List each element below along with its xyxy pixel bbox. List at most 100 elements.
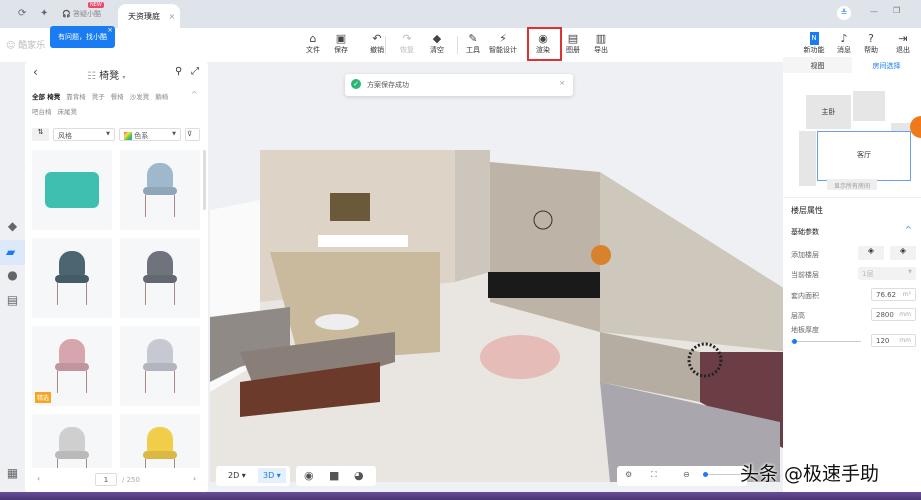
search-icon[interactable]: ⚲ — [175, 66, 182, 77]
save-button[interactable]: ▣ 保存 — [328, 32, 354, 55]
person-icon[interactable]: ● — [4, 268, 21, 285]
camera-settings-icon[interactable]: ⚙ — [625, 470, 632, 479]
style-filter[interactable]: 风格 ▼ — [53, 128, 115, 141]
pin-icon[interactable]: ✦ — [40, 8, 48, 19]
expand-icon[interactable]: ⤢ — [191, 66, 199, 77]
undo-icon: ↶ — [372, 32, 382, 45]
product-card-pink-chair[interactable]: 精选 — [32, 326, 112, 406]
export-button[interactable]: ▥ 导出 — [588, 32, 614, 55]
show-all-rooms-button[interactable]: 显示所有房间 — [827, 179, 877, 190]
slider-knob[interactable] — [792, 339, 798, 344]
lightning-button[interactable]: ⚡ 智能设计 — [483, 32, 523, 55]
cube-icon[interactable]: ■ — [329, 469, 339, 482]
back-icon[interactable]: ‹ — [33, 65, 38, 79]
color-filter[interactable]: 色系 ▼ — [119, 128, 181, 141]
product-card-office-chair[interactable] — [32, 414, 112, 468]
slider-knob[interactable] — [703, 472, 708, 477]
category-item[interactable]: 餐椅 — [111, 91, 124, 101]
category-item[interactable]: 靠背椅 — [66, 91, 86, 101]
new-badge: NEW — [88, 2, 104, 8]
toast-success: ✓ 方案保存成功 × — [345, 74, 573, 96]
close-icon[interactable]: × — [559, 79, 565, 87]
restore-icon[interactable]: ❐ — [893, 6, 900, 15]
hard-decor-icon[interactable]: ◆ — [4, 219, 21, 236]
room-label: 主卧 — [821, 108, 836, 116]
add-floor-above-button[interactable]: ◈ — [858, 246, 884, 260]
side-wall-top — [600, 172, 790, 352]
right-panel: 视图 房间选择 主卧 客厅 显示所有房间 楼层属性 基础参数 ^ 添加楼层 ◈ … — [783, 57, 921, 492]
next-page-icon[interactable]: › — [193, 474, 196, 483]
sort-icon[interactable]: ⇅ — [32, 128, 49, 141]
current-floor-value: 1层 — [862, 270, 874, 278]
category-item[interactable]: 全部 椅凳 — [32, 91, 60, 101]
gauge-icon[interactable]: ◕ — [354, 469, 364, 482]
zoom-slider[interactable] — [703, 472, 743, 477]
fit-view-icon[interactable]: ⛶ — [651, 470, 657, 480]
logout-button[interactable]: ⇥ 退出 — [890, 32, 916, 55]
logo: ☺ 酷家乐 — [6, 41, 46, 51]
product-card-blue-chair[interactable] — [120, 150, 200, 230]
close-icon[interactable]: × — [169, 12, 176, 21]
help-tooltip: 有问题，找小酷 × — [50, 26, 115, 48]
close-icon[interactable]: × — [107, 26, 113, 34]
room-living[interactable]: 客厅 — [817, 131, 911, 181]
product-card-light-gray-chair[interactable] — [120, 326, 200, 406]
minimize-icon[interactable]: — — [870, 7, 878, 16]
current-floor-select[interactable]: 1层 ▼ — [858, 267, 916, 280]
prev-page-icon[interactable]: ‹ — [37, 474, 40, 483]
room[interactable] — [853, 91, 885, 121]
room[interactable] — [799, 131, 816, 186]
redo-icon: ↷ — [402, 32, 412, 45]
mode-2d-button[interactable]: 2D ▾ — [228, 471, 246, 480]
tab-room-select[interactable]: 房间选择 — [852, 57, 921, 73]
thickness-input[interactable]: 120 mm — [871, 334, 916, 347]
watermark: 头条 @极速手助 — [740, 463, 880, 485]
bell-button[interactable]: ♪ 消息 — [831, 32, 857, 55]
album-button[interactable]: ▤ 图册 — [560, 32, 586, 55]
redo-button[interactable]: ↷ 恢复 — [394, 32, 420, 55]
catalog-title[interactable]: ☷ 椅凳 ▾ — [87, 67, 125, 82]
area-input[interactable]: 76.62 m² — [871, 288, 916, 301]
layers-icon[interactable]: ▦ — [4, 466, 21, 483]
category-item[interactable]: 吧台椅 — [32, 106, 52, 116]
thickness-slider[interactable] — [791, 339, 861, 344]
scrollbar[interactable] — [203, 150, 206, 210]
furniture-tab-active[interactable]: ▰ — [0, 240, 25, 265]
product-card-yellow-chair[interactable] — [120, 414, 200, 468]
color-filter-label: 色系 — [134, 132, 149, 140]
eraser-icon: ◆ — [432, 32, 442, 45]
chevron-up-icon[interactable]: ^ — [905, 225, 912, 234]
eraser-button[interactable]: ◆ 清空 — [424, 32, 450, 55]
category-item[interactable]: 床尾凳 — [58, 106, 78, 116]
refresh-icon[interactable]: ⟳ — [18, 8, 26, 19]
category-item[interactable]: 躺椅 — [155, 91, 168, 101]
tab-view[interactable]: 视图 — [783, 57, 852, 73]
chevron-up-icon[interactable]: ^ — [191, 90, 198, 99]
filter-icon[interactable]: ⊽ — [185, 128, 200, 141]
help-button[interactable]: ? 帮助 — [858, 32, 884, 55]
tab-project-label: 天资璞庭 — [128, 12, 160, 21]
room-master-bedroom[interactable]: 主卧 — [806, 95, 851, 129]
mode-3d-button[interactable]: 3D ▾ — [258, 468, 286, 483]
add-floor-below-button[interactable]: ◈ — [890, 246, 916, 260]
album-icon: ▤ — [567, 32, 579, 45]
new-feature-button[interactable]: N 新功能 — [794, 32, 834, 55]
page-input[interactable]: 1 — [95, 473, 117, 486]
height-input[interactable]: 2800 mm — [871, 308, 916, 321]
file-button[interactable]: ⌂ 文件 — [300, 32, 326, 55]
toolbar-label: 图册 — [566, 46, 580, 54]
tab-project[interactable]: 天资璞庭 × — [118, 4, 180, 28]
product-card-gray-chair[interactable] — [120, 238, 200, 318]
collapse-icon[interactable]: ≚ — [837, 6, 851, 20]
product-card-teal-armchair[interactable] — [32, 238, 112, 318]
zoom-out-icon[interactable]: ⊖ — [683, 470, 690, 479]
category-item[interactable]: 沙发凳 — [130, 91, 150, 101]
product-card-ottoman[interactable] — [32, 150, 112, 230]
tab-support[interactable]: 🎧 答疑小酷 — [62, 9, 101, 19]
cabinet-icon[interactable]: ▤ — [4, 293, 21, 310]
tv-cabinet — [318, 235, 408, 247]
category-item[interactable]: 凳子 — [92, 91, 105, 101]
undo-button[interactable]: ↶ 撤销 — [364, 32, 390, 55]
eye-icon[interactable]: ◉ — [304, 469, 314, 482]
tab-bar: ⟳ ✦ 🎧 答疑小酷 NEW 天资璞庭 × ≚ — ❐ — [0, 0, 921, 28]
